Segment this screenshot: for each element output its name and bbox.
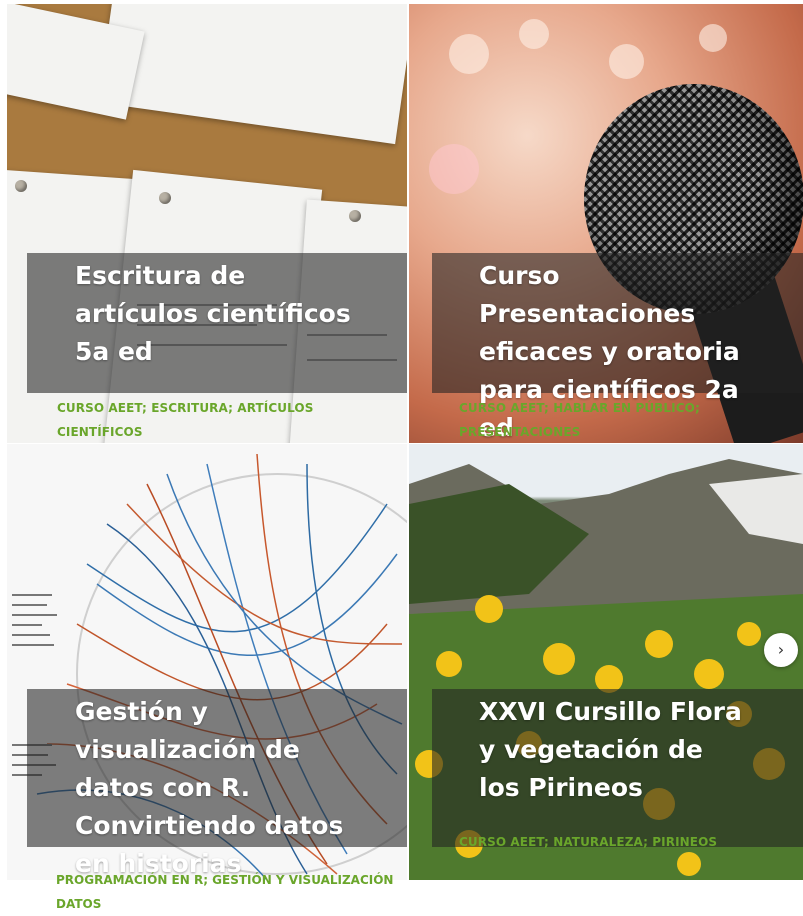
chevron-right-icon: › (777, 640, 785, 659)
card-tags[interactable]: CURSO AEET; NATURALEZA; PIRINEOS (459, 830, 759, 854)
card-title[interactable]: Escritura de artículos científicos 5a ed (75, 257, 375, 371)
course-card-flora-pirineos[interactable]: XXVI Cursillo Flora y vegetación de los … (409, 444, 803, 880)
course-card-gestion-datos[interactable]: Gestión y visualización de datos con R. … (7, 444, 407, 880)
course-card-escritura[interactable]: Escritura de artículos científicos 5a ed… (7, 4, 407, 443)
card-tags-gestion-datos[interactable]: PROGRAMACIÓN EN R; GESTIÓN Y VISUALIZACI… (56, 868, 416, 916)
card-title[interactable]: XXVI Cursillo Flora y vegetación de los … (479, 693, 749, 807)
course-card-presentaciones[interactable]: Curso Presentaciones eficaces y oratoria… (409, 4, 803, 443)
card-title[interactable]: Gestión y visualización de datos con R. … (75, 693, 365, 880)
card-tags[interactable]: CURSO AEET; ESCRITURA; ARTÍCULOS CIENTÍF… (57, 396, 357, 443)
carousel-next-button[interactable]: › (764, 633, 798, 667)
card-tags[interactable]: CURSO AEET; HABLAR EN PÚBLICO; PRESENTAC… (459, 396, 759, 443)
